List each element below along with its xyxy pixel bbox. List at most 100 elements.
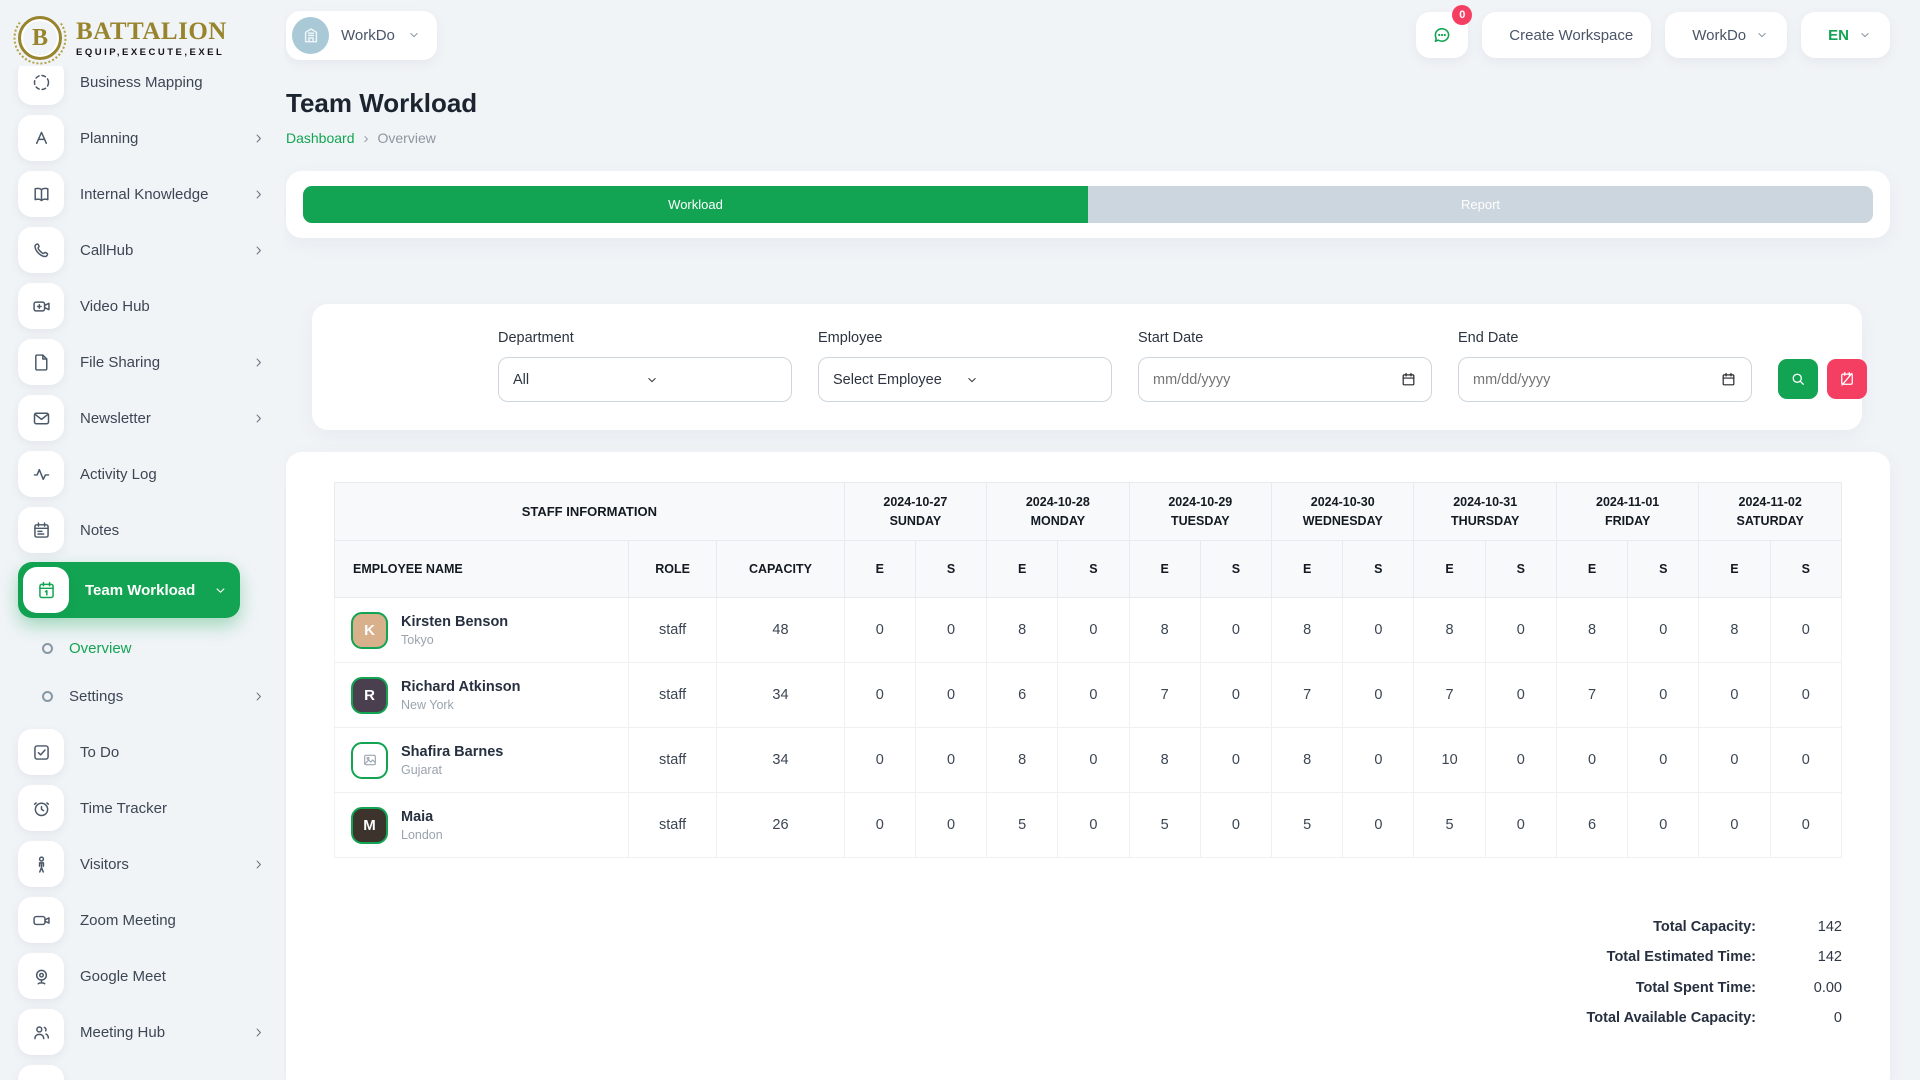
employee-location: Tokyo bbox=[401, 633, 508, 647]
sidebar-item-meeting-hub[interactable]: Meeting Hub bbox=[18, 1004, 266, 1060]
calendar-icon[interactable] bbox=[1720, 371, 1737, 388]
spent-cell: 0 bbox=[915, 728, 986, 793]
spent-cell: 0 bbox=[1343, 793, 1414, 858]
spent-cell: 0 bbox=[1485, 793, 1556, 858]
estimated-cell: 10 bbox=[1414, 728, 1485, 793]
calendar-note-icon bbox=[18, 507, 64, 553]
spent-cell: 0 bbox=[1343, 663, 1414, 728]
start-date-input[interactable] bbox=[1138, 357, 1432, 402]
estimated-cell: 0 bbox=[1699, 793, 1770, 858]
employee-name: Shafira Barnes bbox=[401, 743, 503, 762]
sidebar-item-google-meet[interactable]: Google Meet bbox=[18, 948, 266, 1004]
sidebar-item-newsletter[interactable]: Newsletter bbox=[18, 390, 266, 446]
messages-button[interactable]: 0 bbox=[1416, 12, 1468, 58]
sidebar-item-activity-log[interactable]: Activity Log bbox=[18, 446, 266, 502]
estimated-cell: 0 bbox=[844, 663, 915, 728]
tabs-card: Workload Report bbox=[286, 171, 1890, 238]
sidebar-item-callhub[interactable]: CallHub bbox=[18, 222, 266, 278]
spent-cell: 0 bbox=[1343, 728, 1414, 793]
avatar: K bbox=[351, 612, 388, 649]
sidebar-item-video-hub[interactable]: Video Hub bbox=[18, 278, 266, 334]
employee-row: MMaiaLondonstaff2600505050506000 bbox=[335, 793, 1842, 858]
sidebar-item-label: Internal Knowledge bbox=[80, 186, 235, 203]
spent-header: S bbox=[1343, 541, 1414, 598]
mail-icon bbox=[18, 395, 64, 441]
sidebar-item-to-do[interactable]: To Do bbox=[18, 724, 266, 780]
day-column-header: 2024-10-30WEDNESDAY bbox=[1272, 483, 1414, 541]
file-icon bbox=[18, 339, 64, 385]
create-workspace-button[interactable]: Create Workspace bbox=[1482, 12, 1651, 58]
estimated-cell: 0 bbox=[1699, 728, 1770, 793]
department-select[interactable]: All bbox=[498, 357, 792, 402]
employee-row: KKirsten BensonTokyostaff480080808080808… bbox=[335, 598, 1842, 663]
capacity-header: CAPACITY bbox=[717, 541, 844, 598]
workspace-selector[interactable]: WorkDo bbox=[286, 11, 437, 60]
total-row: Total Available Capacity:0 bbox=[1582, 1007, 1842, 1029]
letter-a-icon bbox=[18, 115, 64, 161]
sidebar-item-label: Business Mapping bbox=[80, 74, 266, 91]
sidebar-subitem-settings[interactable]: Settings bbox=[18, 672, 266, 720]
building-icon bbox=[301, 25, 321, 45]
brand-monogram-icon: B bbox=[14, 12, 66, 64]
spent-cell: 0 bbox=[915, 598, 986, 663]
webcam-icon bbox=[18, 953, 64, 999]
sidebar-item-label: Newsletter bbox=[80, 410, 235, 427]
estimated-cell: 8 bbox=[987, 598, 1058, 663]
sidebar-item-notes[interactable]: Notes bbox=[18, 502, 266, 558]
spent-cell: 0 bbox=[1770, 793, 1841, 858]
tab-workload[interactable]: Workload bbox=[303, 186, 1088, 223]
workspace-name: WorkDo bbox=[341, 27, 395, 44]
spent-cell: 0 bbox=[1628, 598, 1699, 663]
sidebar-item-planning[interactable]: Planning bbox=[18, 110, 266, 166]
estimated-cell: 6 bbox=[1556, 793, 1627, 858]
sidebar-item-internal-knowledge[interactable]: Internal Knowledge bbox=[18, 166, 266, 222]
sidebar-item-label: Google Meet bbox=[80, 968, 266, 985]
spent-cell: 0 bbox=[1628, 663, 1699, 728]
employee-location: New York bbox=[401, 698, 521, 712]
sidebar-item-team-workload[interactable]: Team Workload bbox=[18, 562, 240, 618]
employee-label: Employee bbox=[818, 330, 1112, 346]
search-button[interactable] bbox=[1778, 359, 1818, 399]
chevron-down-icon bbox=[1858, 28, 1872, 42]
tab-report[interactable]: Report bbox=[1088, 186, 1873, 223]
estimated-cell: 0 bbox=[1556, 728, 1627, 793]
spent-header: S bbox=[1058, 541, 1129, 598]
chevron-down-icon bbox=[213, 583, 228, 598]
users-icon bbox=[18, 1009, 64, 1055]
breadcrumb-dashboard-link[interactable]: Dashboard bbox=[286, 130, 355, 146]
spent-cell: 0 bbox=[1628, 793, 1699, 858]
estimated-header: E bbox=[1272, 541, 1343, 598]
sidebar-item-zoom-meeting[interactable]: Zoom Meeting bbox=[18, 892, 266, 948]
language-selector[interactable]: EN bbox=[1801, 12, 1890, 58]
role-cell: staff bbox=[628, 728, 716, 793]
spent-cell: 0 bbox=[1058, 598, 1129, 663]
sidebar-item-file-sharing[interactable]: File Sharing bbox=[18, 334, 266, 390]
workdo-menu-button[interactable]: WorkDo bbox=[1665, 12, 1787, 58]
brand-name: BATTALION bbox=[76, 19, 227, 44]
capacity-cell: 26 bbox=[717, 793, 844, 858]
workload-table-card: STAFF INFORMATION2024-10-27SUNDAY2024-10… bbox=[286, 452, 1890, 1080]
estimated-header: E bbox=[987, 541, 1058, 598]
totals-summary: Total Capacity:142Total Estimated Time:1… bbox=[334, 916, 1842, 1030]
sidebar-item-label: Notes bbox=[80, 522, 266, 539]
day-column-header: 2024-10-31THURSDAY bbox=[1414, 483, 1556, 541]
sidebar-subitem-overview[interactable]: Overview bbox=[18, 624, 266, 672]
reset-filter-button[interactable] bbox=[1827, 359, 1867, 399]
total-label: Total Available Capacity: bbox=[1582, 1007, 1756, 1029]
workload-table: STAFF INFORMATION2024-10-27SUNDAY2024-10… bbox=[334, 482, 1842, 858]
sidebar-item-visitors[interactable]: Visitors bbox=[18, 836, 266, 892]
sidebar-item-label: Planning bbox=[80, 130, 235, 147]
sidebar-item-time-tracker[interactable]: Time Tracker bbox=[18, 780, 266, 836]
employee-select[interactable]: Select Employee bbox=[818, 357, 1112, 402]
calendar-icon[interactable] bbox=[1400, 371, 1417, 388]
spent-header: S bbox=[1770, 541, 1841, 598]
sidebar-item-label: File Sharing bbox=[80, 354, 235, 371]
chevron-right-icon bbox=[251, 1025, 266, 1040]
end-date-input[interactable] bbox=[1458, 357, 1752, 402]
page-title: Team Workload bbox=[286, 88, 1890, 119]
estimated-cell: 7 bbox=[1129, 663, 1200, 728]
sidebar-item-feedback[interactable]: Feedback bbox=[18, 1060, 266, 1080]
calendar-1-icon bbox=[23, 567, 69, 613]
estimated-cell: 5 bbox=[1272, 793, 1343, 858]
employee-row: RRichard AtkinsonNew Yorkstaff3400607070… bbox=[335, 663, 1842, 728]
